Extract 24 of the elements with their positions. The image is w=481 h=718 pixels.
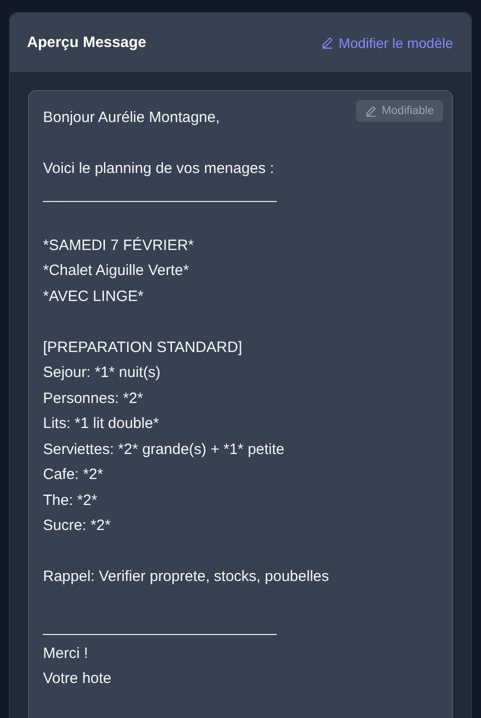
message-line: Personnes: *2* bbox=[43, 388, 144, 408]
message-line: *AVEC LINGE* bbox=[43, 286, 144, 306]
message-line: Merci ! bbox=[43, 644, 88, 664]
pencil-icon bbox=[320, 36, 334, 49]
editable-badge: Modifiable bbox=[356, 100, 443, 122]
message-line: ____________________________ bbox=[43, 184, 277, 204]
message-line: Votre hote bbox=[43, 669, 112, 689]
message-line: Sejour: *1* nuit(s) bbox=[43, 363, 161, 383]
edit-template-link[interactable]: Modifier le modèle bbox=[320, 34, 453, 50]
message-line: *Chalet Aiguille Verte* bbox=[43, 261, 189, 281]
pencil-icon bbox=[364, 105, 377, 117]
message-line: Sucre: *2* bbox=[43, 516, 111, 536]
message-line: *SAMEDI 7 FÉVRIER* bbox=[43, 236, 194, 256]
message-line: ____________________________ bbox=[43, 618, 277, 638]
message-line: The: *2* bbox=[43, 490, 98, 510]
message-line: Cafe: *2* bbox=[43, 465, 104, 485]
message-line: Lits: *1 lit double* bbox=[43, 414, 159, 434]
panel-title: Aperçu Message bbox=[27, 34, 146, 51]
message-card[interactable] bbox=[28, 90, 453, 718]
message-line: Serviettes: *2* grande(s) + *1* petite bbox=[43, 440, 284, 460]
message-line: [PREPARATION STANDARD] bbox=[43, 338, 242, 358]
message-line: Voici le planning de vos menages : bbox=[43, 159, 274, 179]
message-line: Bonjour Aurélie Montagne, bbox=[43, 108, 220, 128]
message-line: Rappel: Verifier proprete, stocks, poubelles bbox=[43, 567, 329, 587]
